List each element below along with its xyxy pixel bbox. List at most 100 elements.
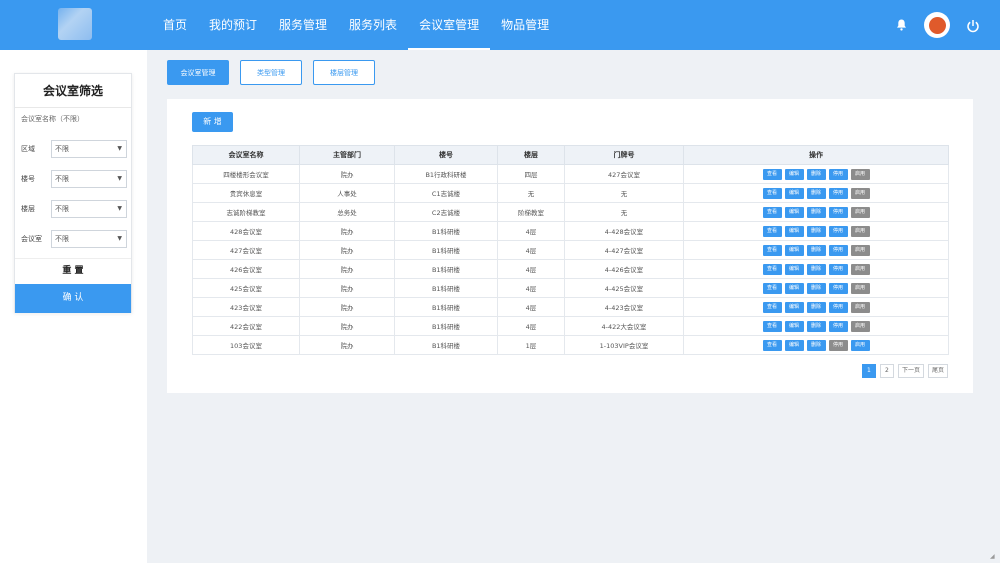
disable-button[interactable]: 停用 [828, 225, 848, 237]
door-number-cell: 427会议室 [564, 164, 684, 184]
view-button[interactable]: 查看 [762, 263, 782, 275]
view-button[interactable]: 查看 [762, 282, 782, 294]
actions-cell: 查看 编辑 删除 停用 启用 [683, 183, 949, 203]
view-button[interactable]: 查看 [762, 301, 782, 313]
floor-cell: 4层 [497, 316, 565, 336]
door-number-cell: 4-427会议室 [564, 240, 684, 260]
view-button[interactable]: 查看 [762, 168, 782, 180]
view-button[interactable]: 查看 [762, 244, 782, 256]
room-name-cell: 428会议室 [192, 221, 300, 241]
delete-button[interactable]: 删除 [806, 168, 826, 180]
room-name-cell: 425会议室 [192, 278, 300, 298]
disable-button[interactable]: 停用 [828, 320, 848, 332]
view-button[interactable]: 查看 [762, 320, 782, 332]
room-name-filter[interactable]: 会议室名称（不限） [21, 114, 84, 124]
room-name-cell: 423会议室 [192, 297, 300, 317]
delete-button[interactable]: 删除 [806, 301, 826, 313]
door-number-cell: 4-425会议室 [564, 278, 684, 298]
disable-button[interactable]: 停用 [828, 263, 848, 275]
edit-button[interactable]: 编辑 [784, 263, 804, 275]
nav-my-bookings[interactable]: 我的预订 [198, 0, 268, 50]
delete-button[interactable]: 删除 [806, 187, 826, 199]
enable-button[interactable]: 启用 [850, 263, 870, 275]
next-page-button[interactable]: 下一页 [897, 364, 924, 378]
edit-button[interactable]: 编辑 [784, 320, 804, 332]
confirm-button[interactable]: 确 认 [15, 284, 131, 313]
room-select[interactable]: 不限 ▼ [51, 230, 127, 248]
view-button[interactable]: 查看 [762, 339, 782, 351]
enable-button[interactable]: 启用 [850, 282, 870, 294]
reset-button[interactable]: 重 置 [15, 258, 131, 282]
enable-button[interactable]: 启用 [850, 301, 870, 313]
enable-button[interactable]: 启用 [850, 206, 870, 218]
enable-button[interactable]: 启用 [850, 225, 870, 237]
enable-button[interactable]: 启用 [850, 187, 870, 199]
column-header-building: 楼号 [394, 145, 498, 165]
disable-button[interactable]: 停用 [828, 168, 848, 180]
disable-button[interactable]: 停用 [828, 187, 848, 199]
disable-button[interactable]: 停用 [828, 206, 848, 218]
view-button[interactable]: 查看 [762, 187, 782, 199]
column-header-door-number: 门牌号 [564, 145, 684, 165]
building-select[interactable]: 不限 ▼ [51, 170, 127, 188]
edit-button[interactable]: 编辑 [784, 244, 804, 256]
nav-home[interactable]: 首页 [152, 0, 198, 50]
page-1-button[interactable]: 1 [861, 364, 876, 378]
room-name-cell: 贵宾休息室 [192, 183, 300, 203]
nav-item-management[interactable]: 物品管理 [490, 0, 560, 50]
tab-type-management[interactable]: 类型管理 [240, 60, 302, 85]
page-2-button[interactable]: 2 [879, 364, 894, 378]
edit-button[interactable]: 编辑 [784, 339, 804, 351]
edit-button[interactable]: 编辑 [784, 187, 804, 199]
chevron-down-icon: ▼ [117, 235, 122, 242]
edit-button[interactable]: 编辑 [784, 168, 804, 180]
add-button[interactable]: 新 增 [192, 112, 233, 132]
enable-button[interactable]: 启用 [850, 339, 870, 351]
edit-button[interactable]: 编辑 [784, 301, 804, 313]
meeting-room-table: 会议室名称 主管部门 楼号 楼层 门牌号 操作 四楼楼形会议室 院办 B1行政科研楼… [192, 145, 949, 355]
area-select[interactable]: 不限 ▼ [51, 140, 127, 158]
nav-meeting-room-management[interactable]: 会议室管理 [408, 0, 491, 50]
view-button[interactable]: 查看 [762, 225, 782, 237]
actions-cell: 查看 编辑 删除 停用 启用 [683, 221, 949, 241]
building-cell: B1科研楼 [394, 259, 498, 279]
delete-button[interactable]: 删除 [806, 263, 826, 275]
filter-label-floor: 楼层 [21, 205, 35, 213]
delete-button[interactable]: 删除 [806, 339, 826, 351]
disable-button[interactable]: 停用 [828, 244, 848, 256]
tab-floor-management[interactable]: 楼层管理 [313, 60, 375, 85]
delete-button[interactable]: 删除 [806, 282, 826, 294]
tab-meeting-room-management[interactable]: 会议室管理 [167, 60, 229, 85]
top-icons [894, 0, 980, 50]
delete-button[interactable]: 删除 [806, 225, 826, 237]
actions-cell: 查看 编辑 删除 停用 启用 [683, 278, 949, 298]
door-number-cell: 无 [564, 202, 684, 222]
room-name-cell: 422会议室 [192, 316, 300, 336]
last-page-button[interactable]: 尾页 [927, 364, 948, 378]
nav-service-list[interactable]: 服务列表 [338, 0, 408, 50]
chevron-down-icon: ▼ [117, 205, 122, 212]
delete-button[interactable]: 删除 [806, 320, 826, 332]
enable-button[interactable]: 启用 [850, 320, 870, 332]
enable-button[interactable]: 启用 [850, 244, 870, 256]
edit-button[interactable]: 编辑 [784, 206, 804, 218]
bell-icon[interactable] [894, 18, 908, 32]
room-name-cell: 426会议室 [192, 259, 300, 279]
avatar[interactable] [924, 12, 950, 38]
delete-button[interactable]: 删除 [806, 244, 826, 256]
door-number-cell: 无 [564, 183, 684, 203]
nav-service-management[interactable]: 服务管理 [268, 0, 338, 50]
edit-button[interactable]: 编辑 [784, 282, 804, 294]
delete-button[interactable]: 删除 [806, 206, 826, 218]
building-cell: C1志诚楼 [394, 183, 498, 203]
disable-button[interactable]: 停用 [828, 339, 848, 351]
enable-button[interactable]: 启用 [850, 168, 870, 180]
edit-button[interactable]: 编辑 [784, 225, 804, 237]
disable-button[interactable]: 停用 [828, 301, 848, 313]
view-button[interactable]: 查看 [762, 206, 782, 218]
power-icon[interactable] [966, 18, 980, 33]
disable-button[interactable]: 停用 [828, 282, 848, 294]
column-header-floor: 楼层 [497, 145, 565, 165]
floor-select[interactable]: 不限 ▼ [51, 200, 127, 218]
building-cell: B1科研楼 [394, 335, 498, 355]
